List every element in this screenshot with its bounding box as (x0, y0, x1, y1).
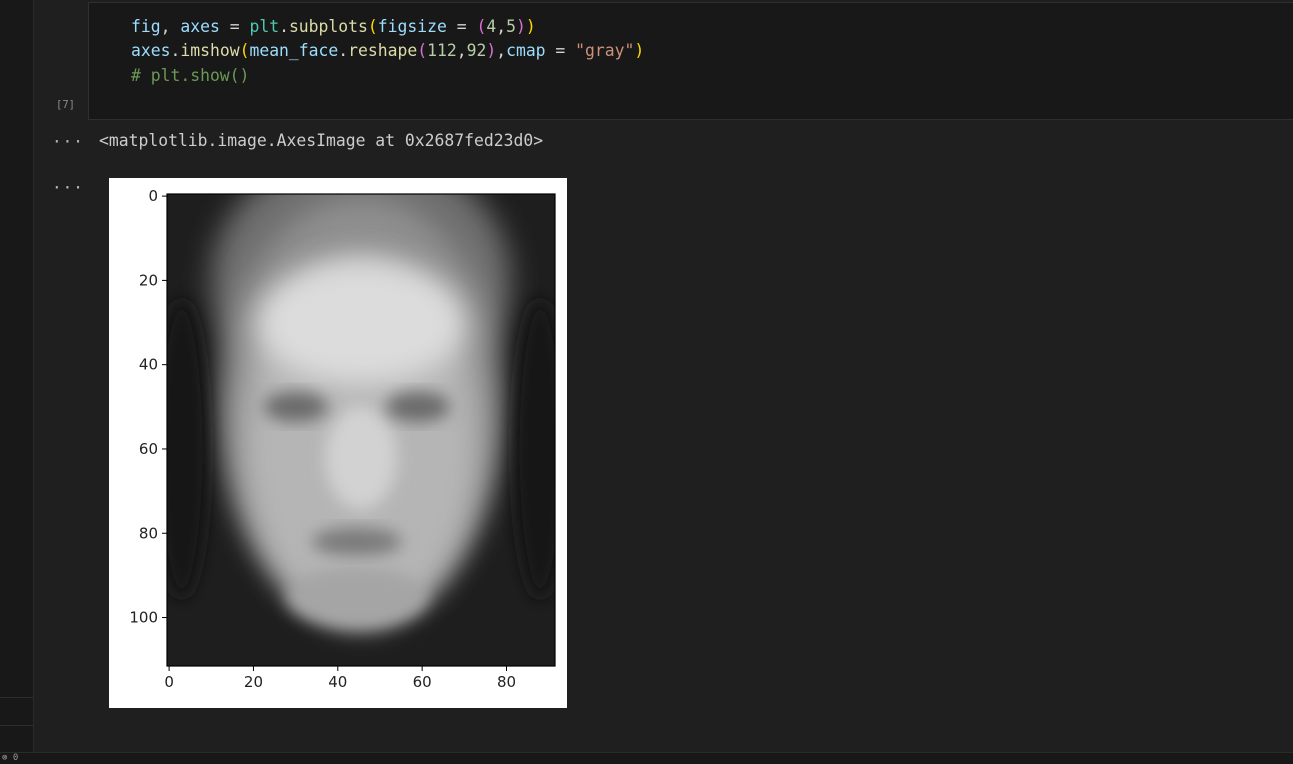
problems-indicator[interactable]: ⊗ 0 (2, 753, 18, 763)
mouth (311, 527, 402, 556)
x-tick-label: 80 (497, 673, 516, 691)
chin (286, 566, 427, 627)
output-text: <matplotlib.image.AxesImage at 0x2687fed… (99, 131, 544, 150)
mean-face-plot: 0 20 40 60 80 0 20 40 60 80 100 (129, 187, 556, 691)
code-lines[interactable]: fig, axes = plt.subplots(figsize = (4,5)… (131, 15, 644, 88)
code-token: ( (367, 17, 378, 36)
y-tick-label: 100 (129, 609, 158, 627)
code-token: mean_face (249, 41, 339, 61)
output-more-actions-button[interactable]: ··· (52, 132, 84, 151)
code-token: fig (131, 17, 161, 36)
code-token: , (456, 41, 467, 61)
y-tick-label: 0 (148, 187, 158, 205)
code-token: ) (486, 41, 497, 61)
code-line[interactable]: # plt.show() (131, 64, 644, 88)
code-token: ( (476, 17, 487, 36)
y-tick-label: 80 (139, 524, 158, 542)
code-token: 92 (466, 41, 487, 61)
code-token: , (496, 17, 507, 36)
y-tick-label: 60 (139, 440, 158, 458)
code-token: , (496, 41, 507, 61)
nose-highlight (325, 405, 397, 510)
y-tick-label: 20 (139, 271, 158, 289)
code-token: "gray" (575, 41, 635, 61)
status-bar: ⊗ 0 (0, 752, 1293, 764)
code-token: ( (417, 41, 428, 61)
code-token: . (279, 17, 289, 36)
code-token: ) (515, 17, 526, 36)
code-token: axes (131, 41, 171, 61)
code-token: = (545, 41, 576, 61)
code-cell-editor[interactable]: fig, axes = plt.subplots(figsize = (4,5)… (88, 2, 1293, 120)
x-tick-label: 40 (328, 673, 347, 691)
execution-count: [7] (56, 99, 75, 111)
y-tick-label: 40 (139, 356, 158, 374)
left-sidebar-strip (0, 0, 34, 763)
code-token: . (170, 41, 181, 61)
code-token: ) (634, 41, 645, 61)
code-token: axes (180, 17, 220, 36)
code-token: cmap (506, 41, 546, 61)
code-token: plt (249, 17, 280, 36)
code-token: imshow (180, 41, 240, 61)
x-tick-label: 20 (244, 673, 263, 691)
x-tick-label: 60 (413, 673, 432, 691)
right-edge-shadow (514, 299, 555, 599)
left-eye (263, 391, 328, 422)
code-line[interactable]: fig, axes = plt.subplots(figsize = (4,5)… (131, 15, 644, 39)
code-token: . (338, 41, 349, 61)
sidebar-divider (0, 697, 33, 698)
code-token: 112 (427, 41, 457, 61)
code-token: reshape (348, 41, 418, 61)
code-token: subplots (288, 17, 368, 36)
code-line[interactable]: axes.imshow(mean_face.reshape(112,92),cm… (131, 39, 644, 63)
matplotlib-figure: 0 20 40 60 80 0 20 40 60 80 100 (109, 178, 567, 708)
face-image (167, 194, 555, 666)
code-token: , (160, 17, 181, 36)
code-token: # plt.show() (131, 65, 250, 85)
code-token: = (446, 17, 477, 36)
code-token: ) (525, 17, 536, 36)
code-token: 4 (486, 17, 497, 36)
code-token: = (219, 17, 250, 36)
code-token: figsize (377, 17, 447, 36)
code-token: 5 (506, 17, 516, 36)
code-token: ( (239, 41, 250, 61)
forehead-highlight (256, 260, 466, 385)
x-tick-label: 0 (164, 673, 174, 691)
sidebar-divider (0, 725, 33, 726)
right-eye (385, 391, 450, 422)
figure-more-actions-button[interactable]: ··· (52, 178, 84, 197)
